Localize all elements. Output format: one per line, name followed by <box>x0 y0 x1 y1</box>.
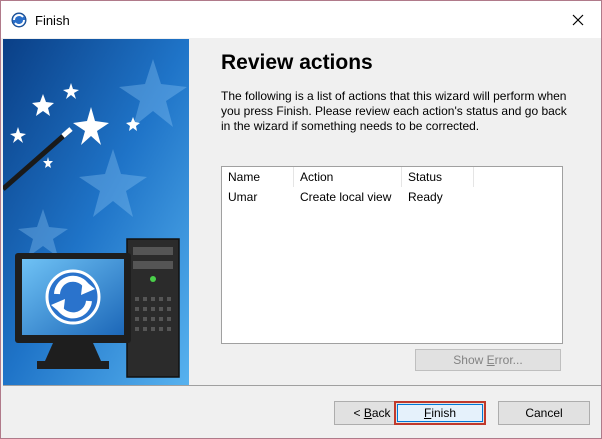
column-header-action[interactable]: Action <box>294 167 402 187</box>
show-error-label-post: rror... <box>494 353 523 367</box>
actions-list[interactable]: Name Action Status Umar Create local vie… <box>221 166 563 344</box>
table-row[interactable]: Umar Create local view Ready <box>222 187 562 207</box>
show-error-label-pre: Show <box>453 353 487 367</box>
close-button[interactable] <box>555 1 601 38</box>
finish-button[interactable]: Finish <box>394 401 486 425</box>
cancel-button[interactable]: Cancel <box>498 401 590 425</box>
cell-action: Create local view <box>300 190 392 204</box>
page-heading: Review actions <box>221 51 373 74</box>
show-error-button[interactable]: Show Error... <box>415 349 561 371</box>
back-label-post: ack <box>371 406 391 420</box>
banner-illustration <box>3 39 189 385</box>
cell-name: Umar <box>228 190 258 204</box>
column-header-status[interactable]: Status <box>402 167 474 187</box>
wizard-content: Review actions The following is a list o… <box>189 39 601 385</box>
wizard-window: Finish Review actions The following is a… <box>0 0 602 439</box>
finish-label: Finish <box>424 406 456 420</box>
show-error-mnemonic: E <box>486 353 495 367</box>
column-header-name[interactable]: Name <box>222 167 294 187</box>
footer-divider <box>3 385 601 386</box>
wizard-banner <box>3 39 189 385</box>
cell-status: Ready <box>408 190 443 204</box>
back-label-pre: < <box>353 406 364 420</box>
finish-label-post: inish <box>431 406 457 420</box>
close-icon <box>572 14 584 25</box>
list-header: Name Action Status <box>222 167 562 187</box>
app-icon <box>11 12 27 28</box>
back-mnemonic: B <box>363 406 372 420</box>
title-bar: Finish <box>1 1 601 38</box>
page-description: The following is a list of actions that … <box>221 89 567 133</box>
window-title: Finish <box>35 13 70 28</box>
